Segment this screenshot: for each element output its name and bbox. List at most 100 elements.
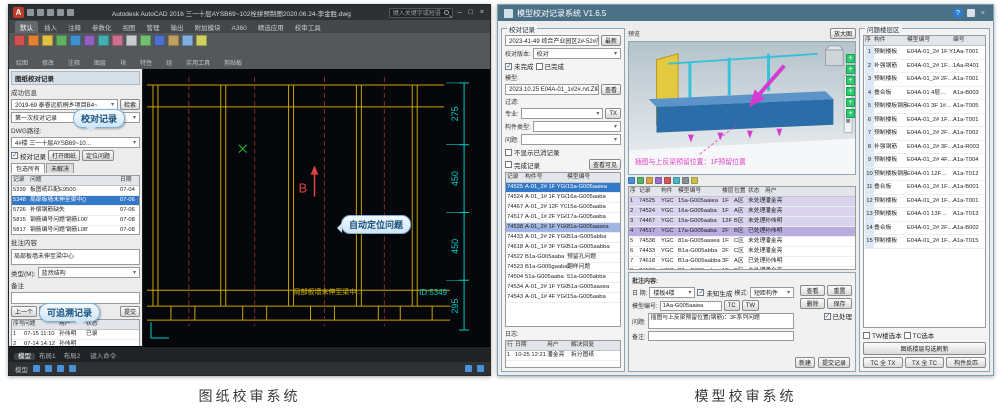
issue-record-row[interactable]: 5339 板图纸匹配E9500 07-04	[12, 186, 139, 196]
mark-icon[interactable]	[682, 177, 689, 184]
annotation-scale-icon[interactable]	[465, 365, 472, 372]
ribbon-tab[interactable]: 参数化	[87, 21, 117, 33]
finished-checkbox[interactable]: 完成记录	[505, 160, 540, 170]
handled-checkbox[interactable]: 已处理	[824, 311, 853, 321]
rotate-tool-icon[interactable]	[84, 35, 95, 46]
measure-tool-icon[interactable]	[196, 35, 207, 46]
arc-tool-icon[interactable]	[56, 35, 67, 46]
ribbon-tab[interactable]: 精选应用	[253, 21, 289, 33]
open-file-icon[interactable]	[37, 9, 44, 16]
ribbon-tab[interactable]: 管理	[142, 21, 165, 33]
minimize-button[interactable]: –	[456, 9, 464, 16]
tc-select-checkbox[interactable]: TC选本	[904, 330, 935, 340]
grid-toggle-icon[interactable]	[33, 365, 40, 372]
record-checkbox[interactable]: 校对记录	[11, 151, 46, 161]
clash-row[interactable]: 3 74467 YGC 15a-G005aaba 12F B区 未处理 孙伟明	[629, 217, 855, 227]
issue-combo[interactable]	[521, 134, 621, 145]
issue-floor-row[interactable]: 13 预制楼板 E04A-01 13F… A1a-T013	[864, 208, 985, 222]
history-row[interactable]: 1 07-15 11:10 孙伟明 已录	[12, 330, 139, 340]
hide-resolved-checkbox[interactable]: 不显示已消记录	[505, 147, 560, 157]
tw-button[interactable]: TW	[742, 300, 759, 311]
clash-row[interactable]: 6 74433 YGC B1a-G005abba 2F C区 未处理 潘金亮	[629, 247, 855, 257]
enlarge-view-button[interactable]: 放大图	[830, 28, 856, 39]
select-icon[interactable]	[628, 177, 635, 184]
view-visible-button[interactable]: 查看可见	[589, 159, 621, 170]
clash-row[interactable]: 8 74522 YGC B1a-G005aaba 1F B区 未处理 潘金亮	[629, 267, 855, 270]
orbit-icon[interactable]	[655, 177, 662, 184]
issue-floor-row[interactable]: 10 预制楼板钢筋 E04A-01 12F… A1a-T012	[864, 168, 985, 182]
clash-row[interactable]: 7 74618 YGC B1a-G005aabba 3F A区 已处理 孙伟明	[629, 257, 855, 267]
pin-icon[interactable]	[967, 9, 975, 17]
project-combo[interactable]: 2023-41-49 综合产业园区2#-52#厂	[505, 35, 599, 46]
text-tool-icon[interactable]	[126, 35, 137, 46]
version-combo[interactable]: 校对	[533, 48, 621, 59]
ribbon-tab[interactable]: 附加模块	[190, 21, 226, 33]
ribbon-tab[interactable]: 视图	[118, 21, 141, 33]
delete-button[interactable]: 删除	[800, 298, 825, 309]
trim-tool-icon[interactable]	[98, 35, 109, 46]
latest-button[interactable]: 最新	[601, 35, 621, 46]
issue-floor-row[interactable]: 2 补强钢筋 E04A-01_2# 1F… 1Aa-R401	[864, 60, 985, 74]
pan-icon[interactable]	[646, 177, 653, 184]
add-filter-icon[interactable]: +	[846, 87, 855, 96]
issue-record-row[interactable]: 5348 局部板墙未伸至梁中() 07-06	[12, 196, 139, 206]
ribbon-tab[interactable]: 输出	[166, 21, 189, 33]
undo-icon[interactable]	[67, 9, 74, 16]
record-filter-tab[interactable]: 包选所有	[11, 163, 45, 173]
tw-floor-checkbox[interactable]: TW楼选本	[863, 330, 902, 340]
record-row[interactable]: 74504 51a-G005aaba 51a-G005abba	[506, 273, 620, 283]
record-row[interactable]: 74618 A-01_1# 3F YGC B1a-G005aabba	[506, 243, 620, 253]
search-icon[interactable]	[444, 10, 449, 15]
drawing-canvas[interactable]: 275 450 450 295 B 局部板墙未伸至梁中… ID:5349	[143, 69, 490, 346]
clash-row[interactable]: 4 74517 YGC 17a-G005aaba 2F B区 已处理 孙伟明	[629, 227, 855, 237]
measure-icon[interactable]	[664, 177, 671, 184]
ribbon-tab[interactable]: 插入	[39, 21, 62, 33]
layout-tab[interactable]: 布局1	[35, 353, 60, 360]
element-match-button[interactable]: 构件反匹	[946, 357, 986, 368]
issue-floor-row[interactable]: 8 补强钢筋 E04A-01_2# 3F… A1a-R003	[864, 141, 985, 155]
issue-floor-row[interactable]: 9 预制楼板 E04A-01_2# 4F… A1a-T004	[864, 154, 985, 168]
unknown-checkbox[interactable]: 未知生成	[697, 288, 732, 298]
save-button[interactable]: 保存	[827, 298, 852, 309]
issue-textarea[interactable]: 插图与上反梁预留位置(钢筋)：3F系列问题	[648, 313, 794, 329]
record-row[interactable]: 74523 B1a-G005gaaba 翻样问题	[506, 263, 620, 273]
record-row[interactable]: 74517 A-01_1# 2F YGC 17a-G005aaba	[506, 213, 620, 223]
view-cube-icon[interactable]	[826, 46, 844, 66]
issue-floor-row[interactable]: 6 预制楼板 E04A-01_2# 1F… A1a-T001	[864, 114, 985, 128]
issue-floor-row[interactable]: 5 预制楼板钢筋 E04A-01 3F 1#… A1a-T005	[864, 100, 985, 114]
record-filter-tab[interactable]: 未解决	[46, 163, 74, 173]
dwg-path-combo[interactable]: 4#楼 三一十层AYSB69~10…	[11, 137, 140, 148]
issue-floor-row[interactable]: 7 预制楼板 E04A-01_2# 2F… A1a-T002	[864, 127, 985, 141]
model-viewport[interactable]: 插图与上反梁预留位置：1F预留位置	[628, 41, 856, 175]
add-note-icon[interactable]: +	[846, 98, 855, 107]
issue-record-row[interactable]: 5815 钢筋编号问题'钢筋L06' 07-08	[12, 216, 139, 226]
maximize-button[interactable]: □	[467, 9, 475, 16]
polyline-tool-icon[interactable]	[28, 35, 39, 46]
command-prompt[interactable]: 键入命令	[90, 350, 116, 360]
model-space-indicator[interactable]: 模型	[15, 364, 28, 374]
ribbon-tab[interactable]: 注释	[63, 21, 86, 33]
done-checkbox[interactable]: 已完成	[536, 61, 565, 71]
record-row[interactable]: 74524 A-01_1# 1F YGC 16a-G005aaba	[506, 193, 620, 203]
add-view-icon[interactable]: +	[846, 54, 855, 63]
issue-floor-row[interactable]: 12 预制楼板 E04A-01_2# 1F… A1a-T001	[864, 195, 985, 209]
command-line[interactable]: 模型布局1布局2 键入命令	[9, 346, 490, 362]
add-record-icon[interactable]: +	[846, 109, 855, 118]
new-file-icon[interactable]	[27, 9, 34, 16]
mode-combo[interactable]: 短距构件	[750, 287, 794, 298]
discipline-combo[interactable]	[521, 108, 604, 119]
submit-record-button[interactable]: 提交记录	[818, 357, 850, 368]
ribbon-tab[interactable]: 默认	[15, 21, 38, 33]
section-icon[interactable]	[673, 177, 680, 184]
snap-toggle-icon[interactable]	[45, 365, 52, 372]
ribbon-tab[interactable]: 校审工具	[290, 21, 326, 33]
ribbon-tab[interactable]: A360	[227, 24, 252, 33]
dimension-tool-icon[interactable]	[140, 35, 151, 46]
issue-floor-row[interactable]: 15 预制楼板 E04A-01_2# 1F… A1a-T015	[864, 235, 985, 249]
layout-tab[interactable]: 模型	[14, 353, 35, 360]
annotation-textarea[interactable]: 局部板墙未伸至梁中心	[11, 249, 140, 265]
view-model-button[interactable]: 查看	[601, 84, 621, 95]
submit-button[interactable]: 提交	[120, 306, 140, 317]
issue-record-row[interactable]: 5726 补偿钢筋缺失 07-06	[12, 206, 139, 216]
filter-icon[interactable]	[691, 177, 698, 184]
